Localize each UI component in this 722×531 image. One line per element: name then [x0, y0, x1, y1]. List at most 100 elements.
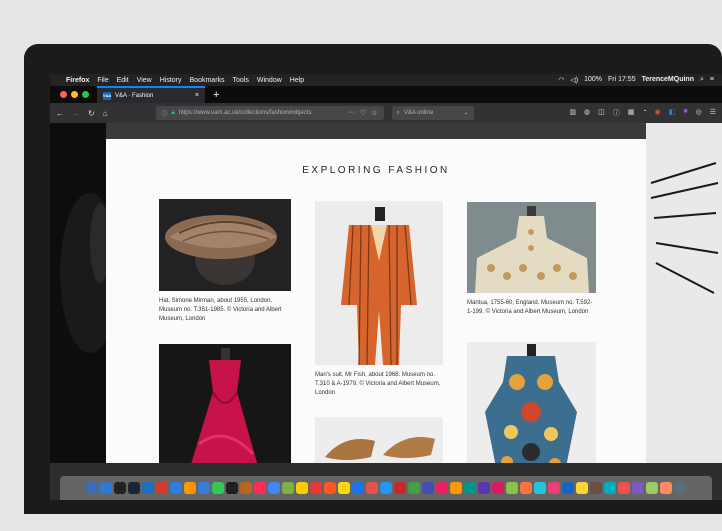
menu-item-view[interactable]: View	[137, 77, 152, 84]
menu-item-history[interactable]: History	[160, 77, 182, 84]
dock-app-icon[interactable]	[128, 482, 140, 494]
extension-icon[interactable]: ■	[683, 108, 687, 118]
sidebar-icon[interactable]: ◫	[598, 108, 605, 118]
menu-item-edit[interactable]: Edit	[117, 77, 129, 84]
menu-item-help[interactable]: Help	[290, 77, 304, 84]
dock-app-icon[interactable]	[254, 482, 266, 494]
close-tab-icon[interactable]: ×	[195, 92, 199, 99]
hat-image[interactable]	[159, 199, 291, 291]
menu-app-name[interactable]: Firefox	[66, 77, 89, 84]
dock-app-icon[interactable]	[520, 482, 532, 494]
dock-app-icon[interactable]	[170, 482, 182, 494]
new-tab-button[interactable]: +	[205, 89, 227, 101]
dock-app-icon[interactable]	[226, 482, 238, 494]
dock-app-icon[interactable]	[240, 482, 252, 494]
dock-app-icon[interactable]	[660, 482, 672, 494]
dock-app-icon[interactable]	[422, 482, 434, 494]
minimize-window-button[interactable]	[71, 91, 78, 98]
mantua-image[interactable]	[467, 202, 596, 293]
dock-app-icon[interactable]	[604, 482, 616, 494]
dock-app-icon[interactable]	[492, 482, 504, 494]
dock-app-icon[interactable]	[450, 482, 462, 494]
home-button[interactable]: ⌂	[103, 109, 108, 118]
dock-app-icon[interactable]	[618, 482, 630, 494]
dock-app-icon[interactable]	[324, 482, 336, 494]
dock-app-icon[interactable]	[394, 482, 406, 494]
info-icon[interactable]: ⓘ	[613, 108, 620, 118]
close-window-button[interactable]	[60, 91, 67, 98]
notification-center-icon[interactable]: ≡	[710, 76, 714, 84]
object-card-printed-dress[interactable]	[467, 342, 596, 463]
dock-app-icon[interactable]	[268, 482, 280, 494]
dock-app-icon[interactable]	[380, 482, 392, 494]
pocket-icon[interactable]: ♡	[360, 109, 366, 117]
page-actions-button[interactable]: ···	[348, 109, 355, 117]
wifi-icon[interactable]: ◠	[558, 76, 564, 84]
dock-app-icon[interactable]	[534, 482, 546, 494]
menu-item-bookmarks[interactable]: Bookmarks	[190, 77, 225, 84]
object-card-suit[interactable]: Man's suit, Mr Fish, about 1968. Museum …	[315, 201, 443, 398]
object-card-hat[interactable]: Hat, Simone Mirman, about 1955, London. …	[159, 199, 291, 324]
extension-icon[interactable]: ◍	[584, 108, 590, 118]
back-button[interactable]: ←	[56, 109, 64, 118]
menu-item-tools[interactable]: Tools	[233, 77, 249, 84]
user-name[interactable]: TerenceMQuinn	[642, 76, 694, 84]
dock-app-icon[interactable]	[212, 482, 224, 494]
url-bar[interactable]: ⓘ 🔒︎ https://www.vam.ac.uk/collections/f…	[155, 106, 384, 120]
dock-app-icon[interactable]	[184, 482, 196, 494]
dock-app-icon[interactable]	[100, 482, 112, 494]
dock-app-icon[interactable]	[352, 482, 364, 494]
search-input[interactable]: V&A online	[404, 110, 433, 116]
reload-button[interactable]: ↻	[88, 109, 95, 118]
url-text[interactable]: https://www.vam.ac.uk/collections/fashio…	[179, 110, 312, 116]
battery-percent[interactable]: 100%	[584, 76, 602, 84]
dock-app-icon[interactable]	[576, 482, 588, 494]
dock-app-icon[interactable]	[506, 482, 518, 494]
zoom-window-button[interactable]	[82, 91, 89, 98]
dock-app-icon[interactable]	[296, 482, 308, 494]
tab-vam-fashion[interactable]: V&A V&A · Fashion ×	[97, 86, 205, 103]
library-icon[interactable]: ▥	[569, 108, 576, 118]
dock-app-icon[interactable]	[114, 482, 126, 494]
dock-app-icon[interactable]	[408, 482, 420, 494]
screenshot-icon[interactable]: ▦	[628, 108, 635, 118]
menu-item-file[interactable]: File	[97, 77, 108, 84]
dock-app-icon[interactable]	[436, 482, 448, 494]
account-icon[interactable]: ◎	[696, 108, 702, 118]
dock-app-icon[interactable]	[366, 482, 378, 494]
shoes-image[interactable]	[315, 417, 443, 463]
clock[interactable]: Fri 17:55	[608, 76, 636, 84]
dock-app-icon[interactable]	[142, 482, 154, 494]
bookmark-star-icon[interactable]: ☆	[371, 109, 377, 117]
menu-item-window[interactable]: Window	[257, 77, 282, 84]
suit-image[interactable]	[315, 201, 443, 365]
dock-app-icon[interactable]	[674, 482, 686, 494]
extension-icon[interactable]: ◧	[669, 108, 676, 118]
dock-app-icon[interactable]	[590, 482, 602, 494]
dock-app-icon[interactable]	[632, 482, 644, 494]
menu-icon[interactable]: ☰	[710, 108, 716, 118]
dock-app-icon[interactable]	[478, 482, 490, 494]
printed-dress-image[interactable]	[467, 342, 596, 463]
object-card-pink-gown[interactable]	[159, 344, 291, 463]
dock-app-icon[interactable]	[548, 482, 560, 494]
dock-app-icon[interactable]	[198, 482, 210, 494]
dock-app-icon[interactable]	[282, 482, 294, 494]
search-bar[interactable]: ⌕ V&A online →	[391, 106, 474, 120]
extension-icon[interactable]: ◔	[642, 108, 646, 118]
object-card-mantua[interactable]: Mantua, 1755-60, England. Museum no. T.5…	[467, 202, 596, 317]
dock-app-icon[interactable]	[86, 482, 98, 494]
object-card-shoes[interactable]	[315, 417, 443, 463]
search-go-button[interactable]: →	[463, 110, 469, 116]
volume-icon[interactable]: ◁)	[570, 76, 578, 84]
dock-app-icon[interactable]	[338, 482, 350, 494]
dock-app-icon[interactable]	[562, 482, 574, 494]
pink-gown-image[interactable]	[159, 344, 291, 463]
forward-button[interactable]: →	[72, 109, 80, 118]
dock-app-icon[interactable]	[156, 482, 168, 494]
dock-app-icon[interactable]	[310, 482, 322, 494]
dock-app-icon[interactable]	[646, 482, 658, 494]
info-icon[interactable]: ⓘ	[162, 109, 168, 118]
extension-icon[interactable]: ◉	[655, 108, 661, 118]
spotlight-icon[interactable]: ⌕	[700, 76, 704, 84]
